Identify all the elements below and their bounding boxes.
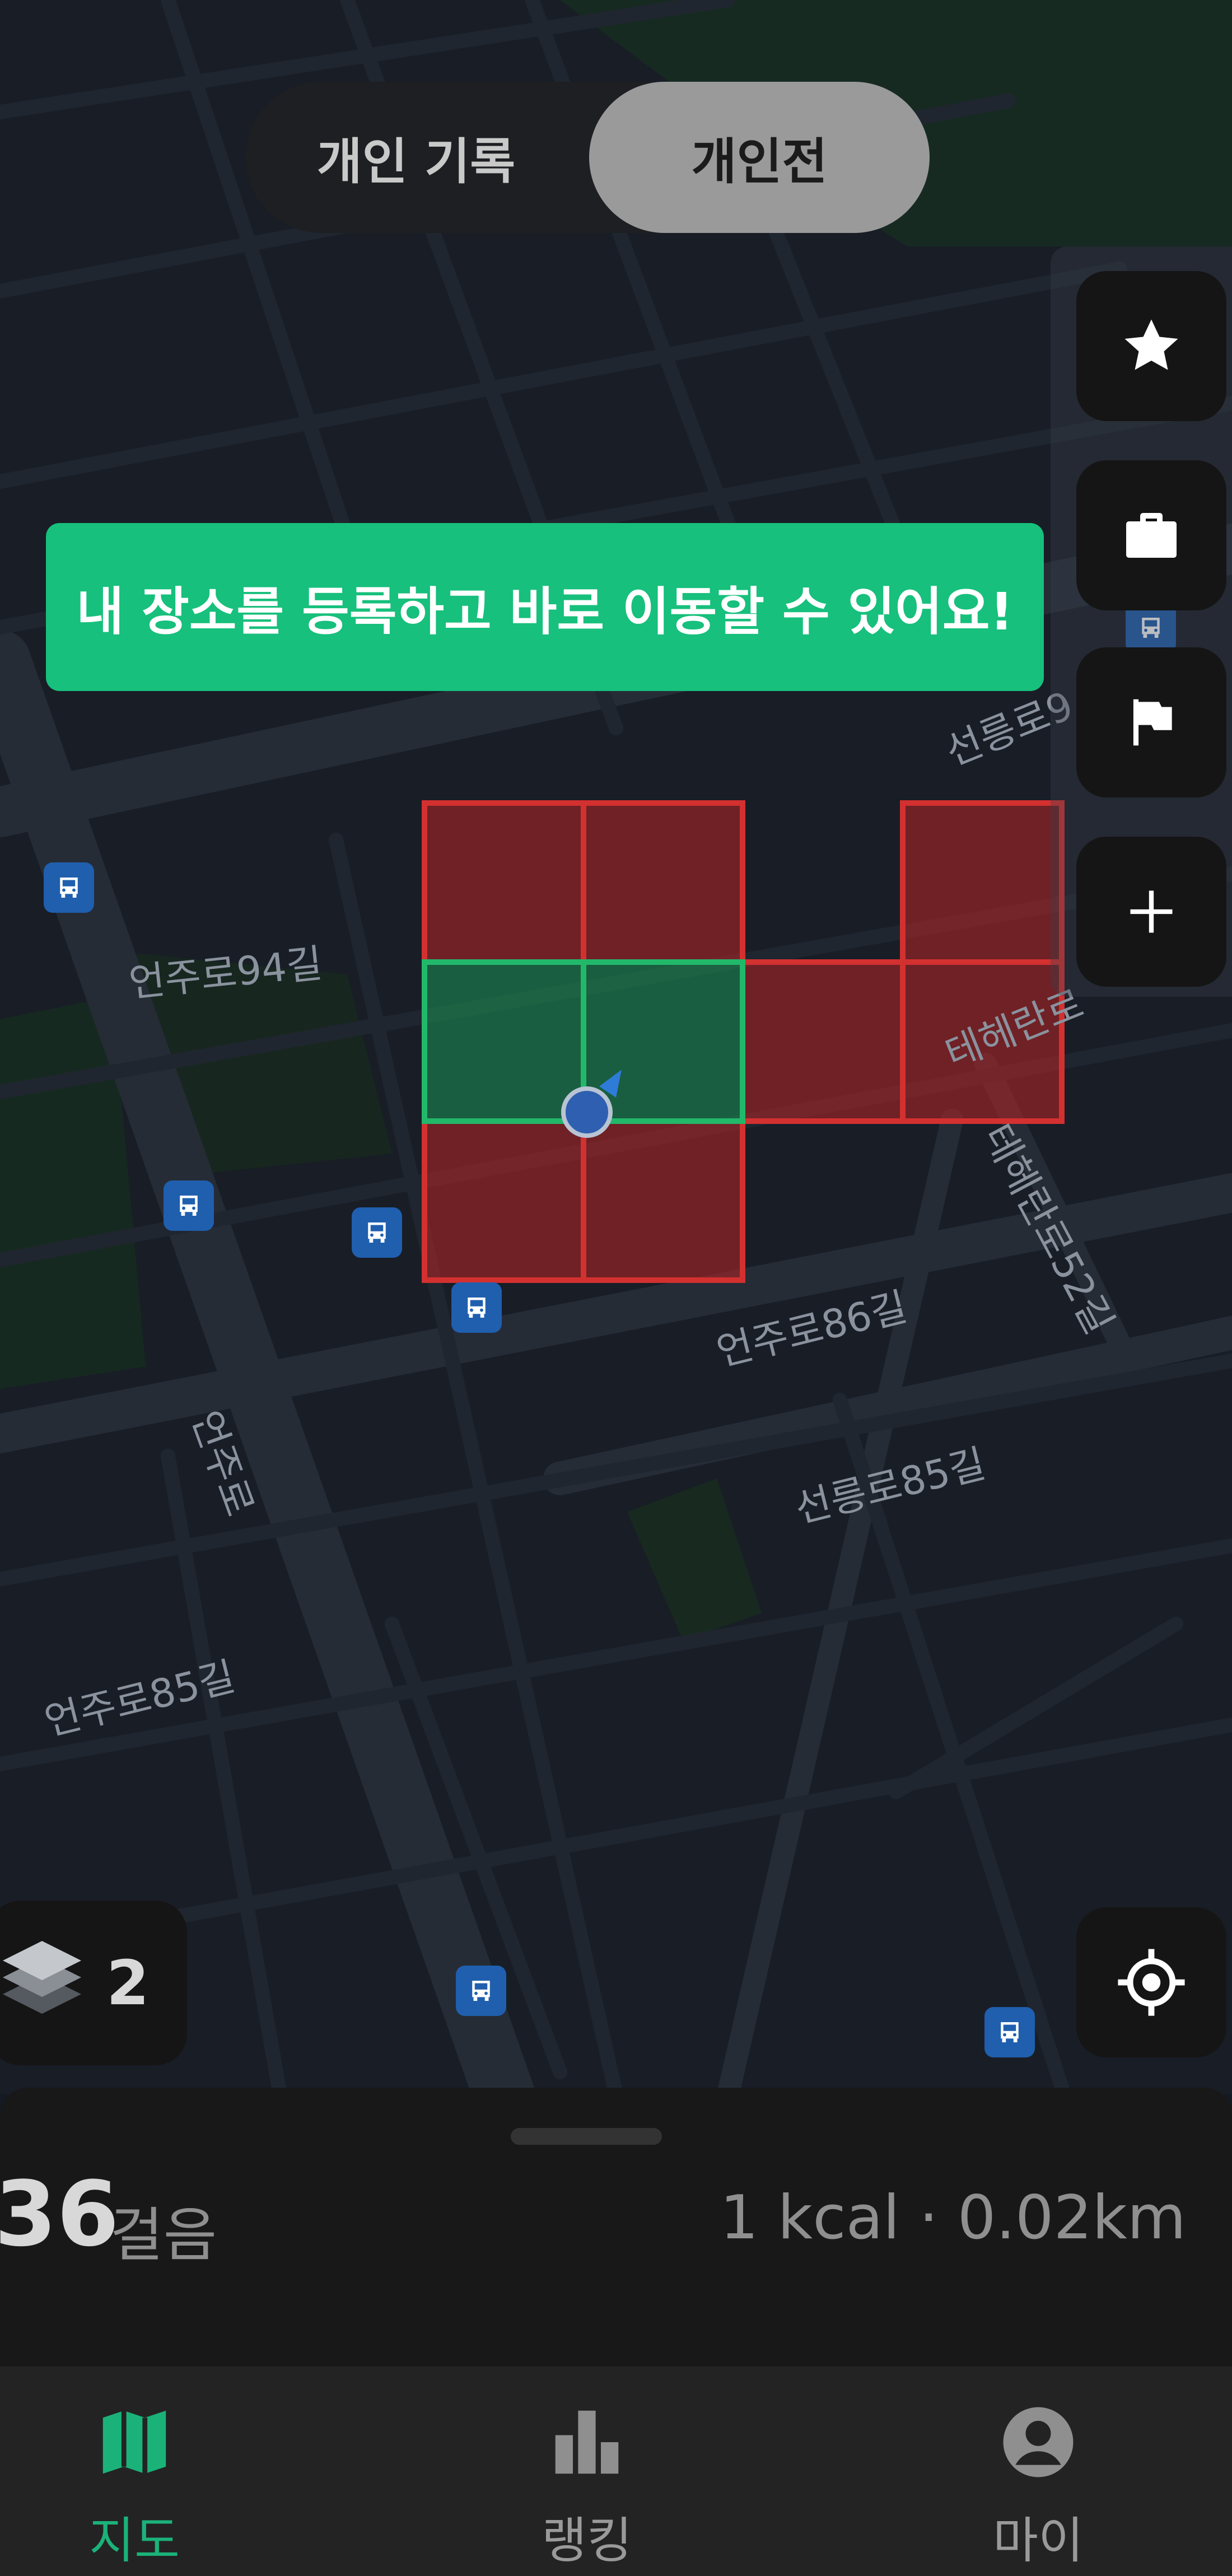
grid-cell-red <box>900 800 1065 965</box>
bar-chart-icon <box>555 2410 619 2474</box>
flag-button[interactable] <box>1076 647 1226 797</box>
plus-icon <box>1130 890 1173 933</box>
profile-icon <box>1003 2407 1074 2477</box>
nav-label-map: 지도 <box>89 2512 180 2569</box>
layer-count: 2 <box>106 1947 150 2019</box>
onboarding-tooltip: 내 장소를 등록하고 바로 이동할 수 있어요! <box>46 523 1044 691</box>
briefcase-icon <box>1126 513 1177 558</box>
favorites-button[interactable] <box>1076 271 1226 421</box>
grid-cell-red <box>581 800 745 965</box>
bus-stop-icon[interactable] <box>984 2007 1035 2057</box>
layers-icon <box>3 1941 81 2014</box>
star-icon <box>1124 319 1178 370</box>
map-icon <box>102 2410 166 2474</box>
nav-item-my[interactable]: 마이 <box>898 2367 1178 2576</box>
street-network <box>0 0 1232 2094</box>
grid-cell-red <box>740 959 906 1124</box>
step-unit: 걸음 <box>110 2201 217 2269</box>
work-place-button[interactable] <box>1076 460 1226 610</box>
grid-cell-red <box>422 1118 586 1283</box>
nav-item-map[interactable]: 지도 <box>0 2367 274 2576</box>
bus-stop-icon[interactable] <box>456 1966 506 2016</box>
grid-cell-green <box>422 959 586 1124</box>
calorie-distance-summary: 1 kcal · 0.02km <box>720 2183 1186 2253</box>
bus-stop-icon[interactable] <box>352 1207 402 1258</box>
bus-stop-icon[interactable] <box>164 1180 214 1231</box>
my-location-button[interactable] <box>1076 1907 1226 2057</box>
nav-label-ranking: 랭킹 <box>542 2512 632 2569</box>
nav-item-ranking[interactable]: 랭킹 <box>447 2367 727 2576</box>
grid-cell-red <box>581 1118 745 1283</box>
grid-cell-red <box>422 800 586 965</box>
tab-personal-record[interactable]: 개인 기록 <box>245 82 587 233</box>
map-view[interactable]: 선릉로9 언주로94길 테헤란로 테헤란로52길 언주로86길 언주로 선릉로8… <box>0 0 1232 2094</box>
sheet-drag-handle[interactable] <box>511 2128 662 2145</box>
mode-toggle: 개인 기록 개인전 <box>245 82 930 233</box>
flag-icon <box>1133 699 1172 746</box>
layer-control[interactable]: 2 <box>0 1901 187 2065</box>
add-place-button[interactable] <box>1076 837 1226 987</box>
bus-stop-icon[interactable] <box>44 862 94 913</box>
nav-label-my: 마이 <box>993 2512 1084 2569</box>
bus-stop-icon[interactable] <box>451 1282 502 1333</box>
tab-personal-battle[interactable]: 개인전 <box>589 82 930 233</box>
step-count: 36 <box>0 2162 119 2266</box>
crosshair-icon <box>1118 1949 1185 2016</box>
